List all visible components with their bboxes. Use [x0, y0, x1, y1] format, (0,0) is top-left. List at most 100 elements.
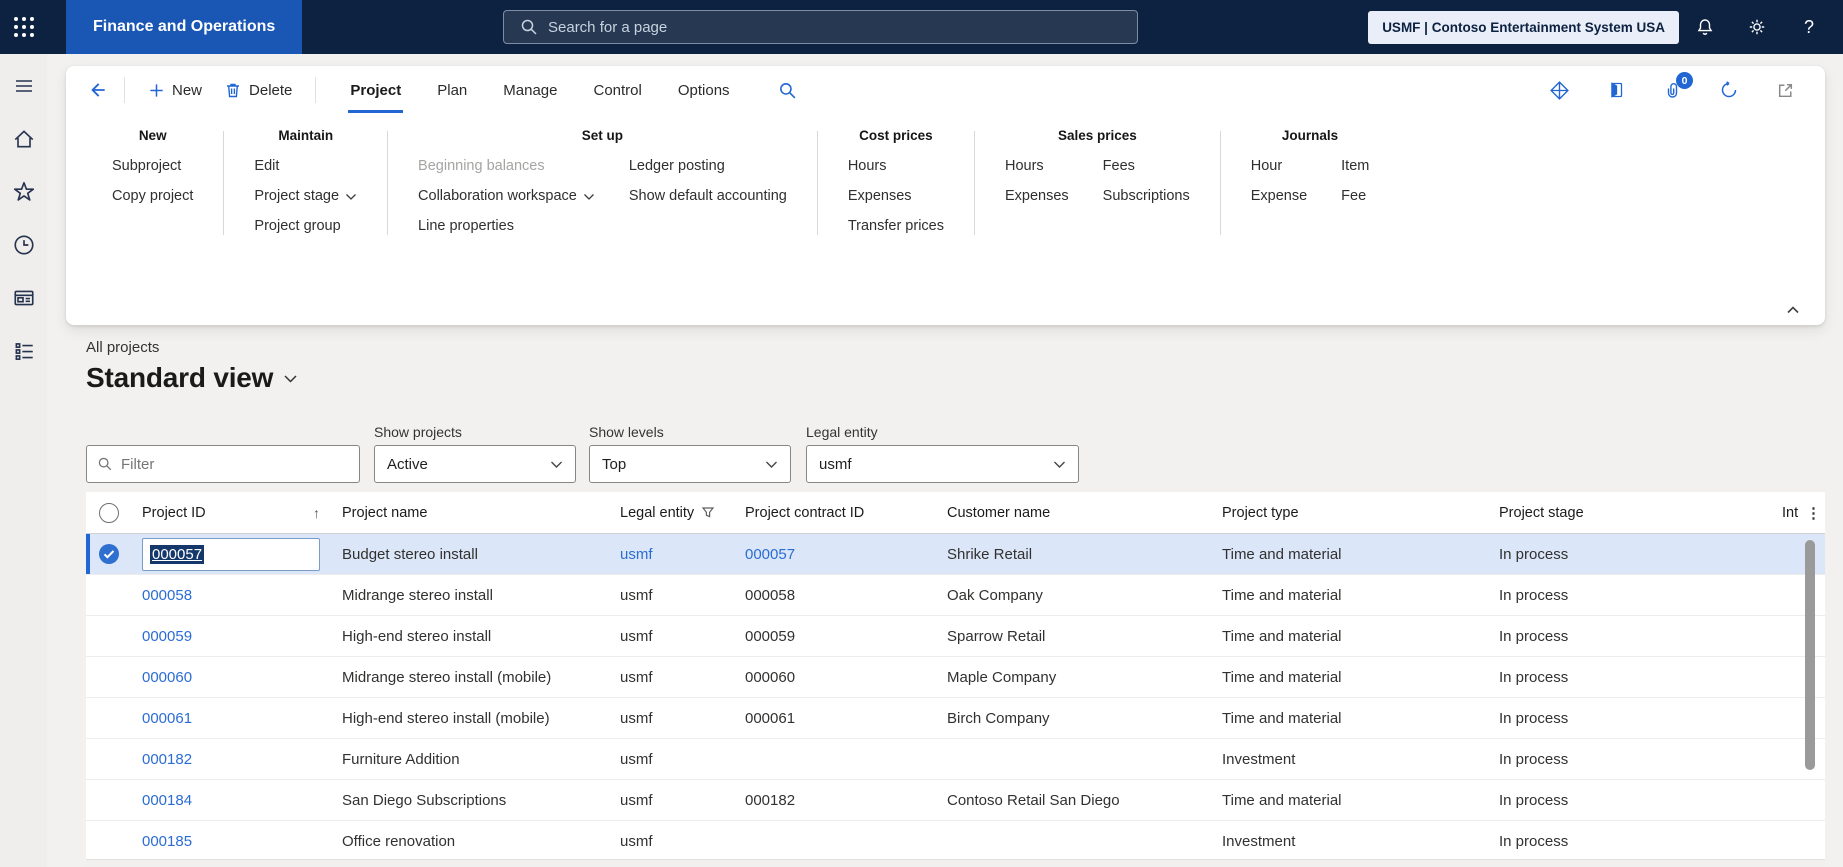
header-legal-entity[interactable]: Legal entity	[610, 492, 735, 533]
table-row[interactable]: 000182 Furniture Addition usmf Investment In…	[86, 739, 1825, 780]
vertical-scrollbar[interactable]	[1805, 538, 1815, 858]
tab-plan[interactable]: Plan	[435, 68, 469, 113]
header-project-stage[interactable]: Project stage	[1489, 492, 1772, 533]
show-levels-select[interactable]: Top	[589, 445, 791, 483]
header-contract-id[interactable]: Project contract ID	[735, 492, 937, 533]
header-project-name[interactable]: Project name	[332, 492, 610, 533]
delete-button[interactable]: Delete	[224, 81, 292, 99]
project-id-link[interactable]: 000182	[142, 751, 192, 768]
office-book-icon[interactable]	[1606, 80, 1626, 100]
ribbon-item-show-default-accounting[interactable]: Show default accounting	[629, 188, 787, 205]
table-row[interactable]: 000185 Office renovation usmf Investment In …	[86, 821, 1825, 862]
row-select-checkbox[interactable]	[86, 657, 132, 697]
table-row[interactable]: 000060 Midrange stereo install (mobile) us…	[86, 657, 1825, 698]
ribbon-item-hours[interactable]: Hours	[848, 158, 944, 175]
ribbon-item-expenses[interactable]: Expenses	[848, 188, 944, 205]
row-select-checkbox[interactable]	[86, 575, 132, 615]
ribbon-item-project-group[interactable]: Project group	[254, 218, 357, 235]
collapse-pane-icon[interactable]	[1785, 303, 1801, 316]
table-row[interactable]: 000059 High-end stereo install usmf 000059 S…	[86, 616, 1825, 657]
header-customer-name[interactable]: Customer name	[937, 492, 1212, 533]
back-arrow-icon[interactable]	[82, 79, 112, 101]
ribbon-item-transfer-prices[interactable]: Transfer prices	[848, 218, 944, 235]
nav-workspaces-icon[interactable]	[12, 286, 36, 310]
project-id-link[interactable]: 000184	[142, 792, 192, 809]
ribbon-item-hours[interactable]: Hours	[1005, 158, 1069, 175]
ribbon-item-expense[interactable]: Expense	[1251, 188, 1307, 205]
tab-manage[interactable]: Manage	[501, 68, 559, 113]
table-row[interactable]: 000058 Midrange stereo install usmf 000058 O…	[86, 575, 1825, 616]
company-picker[interactable]: USMF | Contoso Entertainment System USA	[1368, 10, 1679, 44]
ribbon-item-subproject[interactable]: Subproject	[112, 158, 193, 175]
ribbon-item-subscriptions[interactable]: Subscriptions	[1103, 188, 1190, 205]
project-id-link[interactable]: 000058	[142, 587, 192, 604]
customer-name-cell: Contoso Retail San Diego	[947, 791, 1120, 809]
column-options-kebab-icon[interactable]: ⋮	[1802, 504, 1821, 522]
legal-entity-select[interactable]: usmf	[806, 445, 1079, 483]
row-select-checkbox[interactable]	[86, 821, 132, 861]
header-project-id[interactable]: Project ID ↑	[132, 492, 332, 533]
ribbon-item-item[interactable]: Item	[1341, 158, 1369, 175]
project-id-editor[interactable]: 000057	[142, 537, 320, 571]
nav-menu-icon[interactable]	[12, 74, 36, 98]
ribbon-item-fees[interactable]: Fees	[1103, 158, 1190, 175]
ribbon-item-copy-project[interactable]: Copy project	[112, 188, 193, 205]
filter-input[interactable]: Filter	[86, 445, 360, 483]
tab-control[interactable]: Control	[591, 68, 643, 113]
nav-modules-icon[interactable]	[12, 339, 36, 363]
project-id-link[interactable]: 000061	[142, 710, 192, 727]
find-icon[interactable]	[778, 81, 797, 100]
project-id-link[interactable]: 000185	[142, 833, 192, 850]
open-in-new-icon[interactable]	[1776, 81, 1795, 100]
row-select-checkbox[interactable]	[86, 739, 132, 779]
ribbon-item-edit[interactable]: Edit	[254, 158, 357, 175]
legal-entity-cell[interactable]: usmf	[610, 534, 735, 574]
project-id-link[interactable]: 000060	[142, 669, 192, 686]
select-all-checkbox[interactable]	[86, 492, 132, 533]
row-select-checkbox[interactable]	[86, 534, 132, 574]
nav-home-icon[interactable]	[12, 127, 36, 151]
ribbon-item-line-properties[interactable]: Line properties	[418, 218, 595, 235]
table-row[interactable]: 000057 Budget stereo install usmf 000057 Shr…	[86, 534, 1825, 575]
nav-recent-icon[interactable]	[12, 233, 36, 257]
row-select-checkbox[interactable]	[86, 616, 132, 656]
table-row[interactable]: 000061 High-end stereo install (mobile) us…	[86, 698, 1825, 739]
header-project-type[interactable]: Project type	[1212, 492, 1489, 533]
header-int-truncated[interactable]: Int ⋮	[1772, 492, 1825, 533]
help-icon[interactable]: ?	[1783, 0, 1835, 54]
row-select-checkbox[interactable]	[86, 780, 132, 820]
view-selector[interactable]: Standard view	[86, 362, 298, 394]
contract-id-value: 000058	[745, 586, 796, 604]
ribbon-item-collaboration-workspace[interactable]: Collaboration workspace	[418, 188, 595, 205]
app-title[interactable]: Finance and Operations	[66, 0, 303, 54]
ribbon-item-fee[interactable]: Fee	[1341, 188, 1369, 205]
nav-favorites-icon[interactable]	[12, 180, 36, 204]
scrollbar-thumb[interactable]	[1805, 540, 1815, 770]
ribbon-item-beginning-balances: Beginning balances	[418, 158, 595, 175]
refresh-icon[interactable]	[1718, 79, 1740, 101]
legal-entity-value: usmf	[620, 709, 653, 727]
row-select-checkbox[interactable]	[86, 698, 132, 738]
table-row[interactable]: 000184 San Diego Subscriptions usmf 000182 C…	[86, 780, 1825, 821]
tab-project[interactable]: Project	[348, 68, 404, 113]
legal-entity-value[interactable]: usmf	[620, 546, 653, 563]
app-launcher-icon[interactable]	[0, 0, 48, 54]
settings-gear-icon[interactable]	[1731, 0, 1783, 54]
project-type-cell: Time and material	[1222, 668, 1342, 686]
ribbon-item-project-stage[interactable]: Project stage	[254, 188, 357, 205]
dynamics-app-icon[interactable]	[1549, 80, 1570, 101]
tab-options[interactable]: Options	[676, 68, 732, 113]
horizontal-scrollbar[interactable]	[86, 859, 1825, 867]
project-id-link[interactable]: 000059	[142, 628, 192, 645]
attachments-icon[interactable]: 0	[1662, 72, 1693, 100]
ribbon-item-expenses[interactable]: Expenses	[1005, 188, 1069, 205]
ribbon-item-label: Collaboration workspace	[418, 188, 577, 204]
new-button[interactable]: New	[148, 82, 202, 99]
contract-id-value[interactable]: 000057	[745, 546, 795, 563]
show-projects-select[interactable]: Active	[374, 445, 576, 483]
legal-entity-value: usmf	[620, 627, 653, 645]
ribbon-item-hour[interactable]: Hour	[1251, 158, 1307, 175]
notifications-icon[interactable]	[1679, 0, 1731, 54]
global-search-input[interactable]: Search for a page	[503, 10, 1138, 44]
ribbon-item-ledger-posting[interactable]: Ledger posting	[629, 158, 787, 175]
